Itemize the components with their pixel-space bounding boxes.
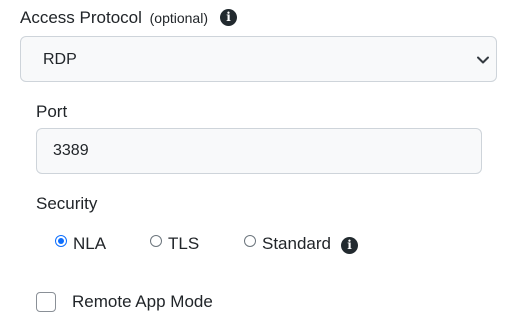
access-protocol-label-text: Access Protocol — [20, 8, 142, 27]
port-label: Port — [36, 102, 68, 121]
security-label: Security — [36, 194, 98, 213]
nla-radio-label[interactable]: NLA — [73, 234, 106, 254]
access-protocol-label: Access Protocol (optional) — [20, 8, 208, 28]
chevron-down-icon — [477, 56, 489, 64]
standard-radio-label[interactable]: Standard — [262, 234, 331, 254]
port-input[interactable]: 3389 — [36, 128, 482, 174]
remote-app-mode-checkbox[interactable] — [36, 292, 56, 312]
access-settings-form: Access Protocol (optional) i RDP Port 33… — [0, 0, 522, 316]
info-icon[interactable]: i — [341, 237, 358, 254]
access-protocol-select[interactable]: RDP — [20, 36, 497, 82]
tls-radio-label[interactable]: TLS — [168, 234, 199, 254]
optional-note: (optional) — [149, 10, 208, 26]
nla-radio[interactable] — [55, 235, 67, 247]
info-icon[interactable]: i — [220, 9, 237, 26]
tls-radio[interactable] — [150, 235, 162, 247]
standard-radio[interactable] — [244, 235, 256, 247]
access-protocol-selected-value: RDP — [43, 51, 77, 68]
remote-app-mode-label[interactable]: Remote App Mode — [72, 292, 213, 312]
